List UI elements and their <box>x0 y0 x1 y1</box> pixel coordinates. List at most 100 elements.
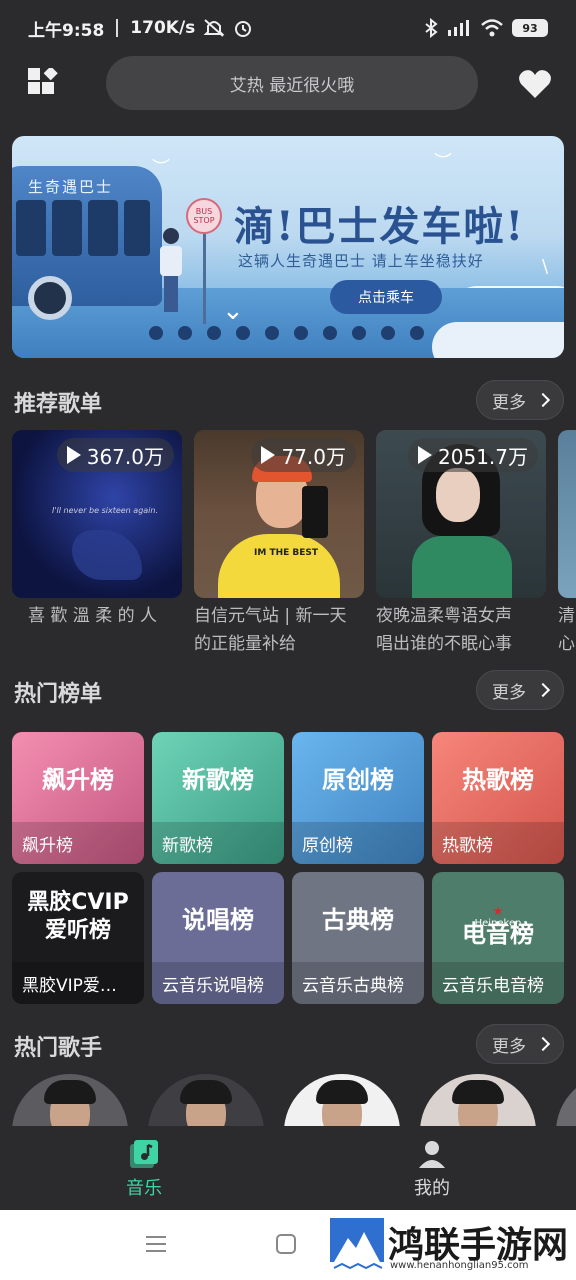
bus-wheel <box>28 276 72 320</box>
playlist-card[interactable]: IM THE BEST 77.0万 自信元气站 | 新一天 的正能量补给 <box>194 430 364 658</box>
singer-hair <box>180 1080 232 1104</box>
nav-label: 我的 <box>414 1178 450 1199</box>
singers-more-button[interactable]: 更多 <box>476 1024 564 1064</box>
playlist-cover: I'll never be sixteen again. 367.0万 <box>12 430 182 598</box>
carousel-dot[interactable] <box>235 326 250 340</box>
singer-avatar[interactable] <box>420 1074 536 1126</box>
carousel-dot[interactable] <box>264 326 279 340</box>
chart-card-title: 说唱榜 <box>182 905 254 934</box>
chart-card-new[interactable]: 新歌榜 新歌榜 <box>152 732 284 864</box>
playlist-name: 喜 歡 溫 柔 的 人 <box>12 602 182 630</box>
person-shirt <box>160 246 182 276</box>
cover-art <box>302 486 328 538</box>
promo-banner[interactable]: 生奇遇巴士 BUS STOP ︶ ︶ \ ⌄ 滴!巴士发车啦! 这辆人生奇遇巴士… <box>12 136 564 358</box>
menu-icon[interactable] <box>146 1236 166 1252</box>
nav-tab-me[interactable]: 我的 <box>372 1138 492 1200</box>
play-icon <box>66 446 81 464</box>
carousel-dot[interactable] <box>206 326 221 340</box>
status-left: 上午9:58 170K/s <box>28 16 253 41</box>
singer-avatar[interactable] <box>284 1074 400 1126</box>
playlist-card[interactable]: 清 心 <box>558 430 576 658</box>
playlist-card[interactable]: I'll never be sixteen again. 367.0万 喜 歡 … <box>12 430 182 630</box>
play-count-value: 367.0万 <box>86 444 164 469</box>
carousel-dot[interactable] <box>351 326 366 340</box>
carousel-dot[interactable] <box>322 326 337 340</box>
playlist-name: 夜晚温柔粤语女声 唱出谁的不眠心事 <box>376 602 546 658</box>
chart-card-label: 新歌榜 <box>152 822 284 864</box>
bus-stop-pole <box>203 234 206 324</box>
playlist-card[interactable]: 2051.7万 夜晚温柔粤语女声 唱出谁的不眠心事 <box>376 430 546 658</box>
more-label: 更多 <box>492 1036 526 1057</box>
chart-card-label: 云音乐古典榜 <box>292 962 424 1004</box>
playlist-name-line: 夜晚温柔粤语女声 <box>376 606 512 626</box>
person-legs <box>164 276 178 312</box>
banner-subtitle: 这辆人生奇遇巴士 请上车坐稳扶好 <box>238 252 484 270</box>
chart-card-rap[interactable]: 说唱榜 云音乐说唱榜 <box>152 872 284 1004</box>
network-speed: 170K/s <box>130 18 196 38</box>
chart-card-title: 古典榜 <box>322 905 394 934</box>
bus-window <box>124 200 150 256</box>
mute-icon <box>203 19 225 37</box>
charts-more-button[interactable]: 更多 <box>476 670 564 710</box>
carousel-dots <box>12 326 564 340</box>
playlist-row: I'll never be sixteen again. 367.0万 喜 歡 … <box>12 430 576 660</box>
playlists-more-button[interactable]: 更多 <box>476 380 564 420</box>
search-placeholder: 艾热 最近很火哦 <box>229 75 355 96</box>
singer-hair <box>44 1080 96 1104</box>
chart-card-vip[interactable]: 黑胶CVIP 爱听榜 黑胶VIP爱… <box>12 872 144 1004</box>
chart-card-title: 热歌榜 <box>462 765 534 794</box>
singer-avatar[interactable] <box>148 1074 264 1126</box>
cover-art <box>218 534 340 598</box>
search-bar[interactable]: 艾热 最近很火哦 <box>106 56 478 110</box>
banner-title: 滴!巴士发车啦! <box>234 203 526 250</box>
chart-card-title: 新歌榜 <box>182 765 254 794</box>
person-icon <box>419 1141 445 1168</box>
chart-card-title-line: 爱听榜 <box>44 918 111 943</box>
chevron-right-icon <box>535 392 551 408</box>
home-icon[interactable] <box>276 1234 296 1254</box>
nav-tab-music[interactable]: 音乐 <box>84 1138 204 1200</box>
carousel-dot[interactable] <box>177 326 192 340</box>
more-label: 更多 <box>492 682 526 703</box>
seagull-icon: ︶ <box>434 152 452 173</box>
playlist-name-line: 自信元气站 | 新一天 <box>194 606 347 626</box>
bottom-nav: 音乐 我的 <box>0 1126 576 1210</box>
singers-section-title: 热门歌手 <box>14 1036 103 1061</box>
chevron-right-icon <box>535 1036 551 1052</box>
heart-icon[interactable] <box>518 68 552 100</box>
carousel-dot[interactable] <box>409 326 424 340</box>
apps-icon[interactable] <box>26 68 58 100</box>
battery-icon: 93 <box>512 19 548 37</box>
signal-icon <box>448 20 469 36</box>
chart-card-label: 黑胶VIP爱… <box>12 962 144 1004</box>
singer-avatar[interactable] <box>556 1074 576 1126</box>
chart-card-original[interactable]: 原创榜 原创榜 <box>292 732 424 864</box>
singer-hair <box>316 1080 368 1104</box>
nav-label: 音乐 <box>126 1178 162 1199</box>
play-count: 367.0万 <box>56 438 174 472</box>
chart-card-classical[interactable]: 古典榜 云音乐古典榜 <box>292 872 424 1004</box>
person-illustration <box>160 228 182 316</box>
play-count-value: 77.0万 <box>281 444 346 469</box>
playlist-name-line: 心 <box>558 634 575 654</box>
playlist-name-line: 喜 歡 溫 柔 的 人 <box>28 606 158 626</box>
playlist-cover: 2051.7万 <box>376 430 546 598</box>
singer-avatar[interactable] <box>12 1074 128 1126</box>
bus-sign: 生奇遇巴士 <box>28 178 114 196</box>
play-count: 77.0万 <box>251 438 356 472</box>
bus-window <box>88 200 118 256</box>
status-bar: 上午9:58 170K/s 93 <box>0 0 576 56</box>
carousel-dot[interactable] <box>148 326 163 340</box>
alarm-icon <box>235 21 252 37</box>
chart-card-title-line: 黑胶CVIP <box>27 890 129 915</box>
chart-card-feisheng[interactable]: 飙升榜 飙升榜 <box>12 732 144 864</box>
carousel-dot[interactable] <box>380 326 395 340</box>
board-bus-button[interactable]: 点击乘车 <box>330 280 442 314</box>
carousel-dot[interactable] <box>293 326 308 340</box>
chart-card-electronic[interactable]: ★ Heineken 电音榜 云音乐电音榜 <box>432 872 564 1004</box>
chart-card-label: 原创榜 <box>292 822 424 864</box>
bus-window <box>52 200 82 256</box>
cover-art <box>72 530 142 580</box>
chevron-right-icon <box>535 682 551 698</box>
chart-card-hot[interactable]: 热歌榜 热歌榜 <box>432 732 564 864</box>
